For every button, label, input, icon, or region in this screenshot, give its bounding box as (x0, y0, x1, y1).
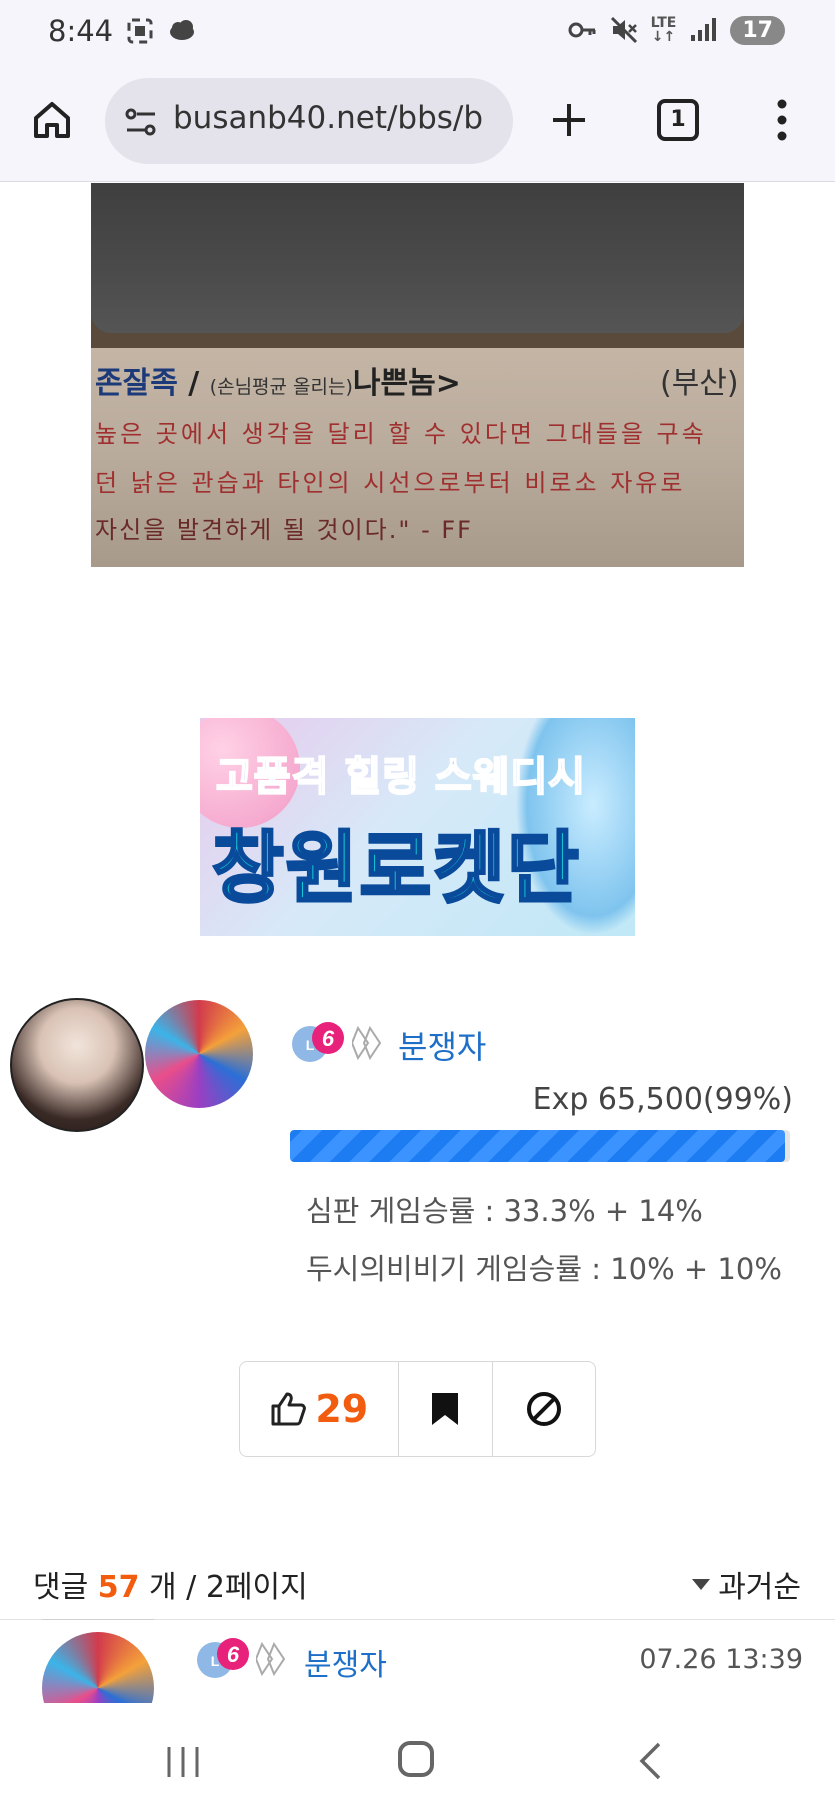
more-menu-icon[interactable] (774, 98, 790, 142)
status-bar: 8:44 LTE ↓↑ 17 (0, 0, 835, 70)
block-button[interactable] (493, 1362, 595, 1456)
like-button[interactable]: 29 (240, 1362, 399, 1456)
svg-text:6: 6 (227, 1642, 240, 1667)
address-bar[interactable]: busanb40.net/bbs/b (105, 78, 513, 164)
block-icon (527, 1392, 562, 1426)
level-badge-icon: L 6 (197, 1638, 249, 1678)
sign-line-3: 던 낡은 관습과 타인의 시선으로부터 비로소 자유로 (95, 469, 686, 497)
rank-icon (352, 1025, 382, 1061)
site-settings-icon[interactable] (123, 104, 159, 140)
rank-icon (256, 1641, 286, 1677)
sign-line-2: 높은 곳에서 생각을 달리 할 수 있다면 그대들을 구속 (95, 420, 707, 448)
thumbs-up-icon (271, 1392, 307, 1426)
post-actions: 29 (239, 1361, 596, 1457)
cloud-icon (170, 20, 194, 40)
status-icons-left (125, 16, 197, 46)
exp-progress-bar (290, 1130, 790, 1162)
comments-count-label: 댓글 57 개 / 2페이지 (33, 1570, 308, 1605)
recent-apps-icon[interactable] (165, 1745, 201, 1779)
comment-timestamp: 07.26 13:39 (639, 1644, 803, 1675)
caret-down-icon (692, 1578, 711, 1590)
author-icon-avatar[interactable] (145, 1000, 253, 1108)
system-nav-bar (0, 1703, 835, 1809)
sort-label: 과거순 (718, 1570, 801, 1605)
ad-title: 창원로켓단 (211, 823, 581, 916)
home-icon[interactable] (30, 98, 74, 142)
exp-label: Exp 65,500(99%) (532, 1082, 793, 1117)
status-time: 8:44 (48, 14, 114, 48)
game-stat-2: 두시의비비기 게임승률 : 10% + 10% (306, 1252, 782, 1286)
status-icons-right: LTE ↓↑ 17 (567, 15, 785, 45)
bookmark-button[interactable] (399, 1362, 494, 1456)
signal-icon (691, 18, 717, 41)
back-icon[interactable] (638, 1741, 662, 1781)
comment-author-name[interactable]: 분쟁자 (304, 1640, 387, 1684)
author-name[interactable]: 분쟁자 (398, 1022, 486, 1068)
url-text[interactable]: busanb40.net/bbs/b (173, 100, 503, 136)
browser-toolbar: busanb40.net/bbs/b 1 (0, 70, 835, 182)
tabs-icon[interactable]: 1 (657, 99, 699, 141)
level-badge-icon: L 6 (292, 1022, 344, 1062)
bookmark-icon (432, 1393, 459, 1425)
like-count: 29 (315, 1387, 369, 1431)
sign-line-1: 존잘족 / (손님평균 올리는)나쁜놈> (부산) (95, 366, 739, 401)
screenshot-icon (127, 18, 153, 44)
post-image: 존잘족 / (손님평균 올리는)나쁜놈> (부산) 높은 곳에서 생각을 달리 할… (91, 183, 744, 567)
sign-line-4: 자신을 발견하게 될 것이다." - FF (95, 516, 473, 544)
game-stat-1: 심판 게임승률 : 33.3% + 14% (306, 1194, 703, 1228)
new-tab-icon[interactable] (549, 100, 589, 140)
author-avatar[interactable] (10, 998, 144, 1132)
network-indicator: LTE ↓↑ (650, 15, 677, 45)
battery-icon: 17 (730, 15, 785, 45)
svg-text:6: 6 (322, 1026, 335, 1051)
key-icon (568, 22, 596, 38)
photo-seat (91, 183, 744, 333)
home-button-icon[interactable] (398, 1741, 434, 1777)
ad-headline: 고품격 힐링 스웨디시 (215, 753, 587, 801)
exp-progress-fill (290, 1130, 785, 1162)
sort-button[interactable]: 과거순 (692, 1562, 801, 1606)
mute-icon (610, 16, 637, 44)
divider (42, 1619, 154, 1620)
ad-banner[interactable]: 고품격 힐링 스웨디시 창원로켓단 (200, 718, 635, 936)
